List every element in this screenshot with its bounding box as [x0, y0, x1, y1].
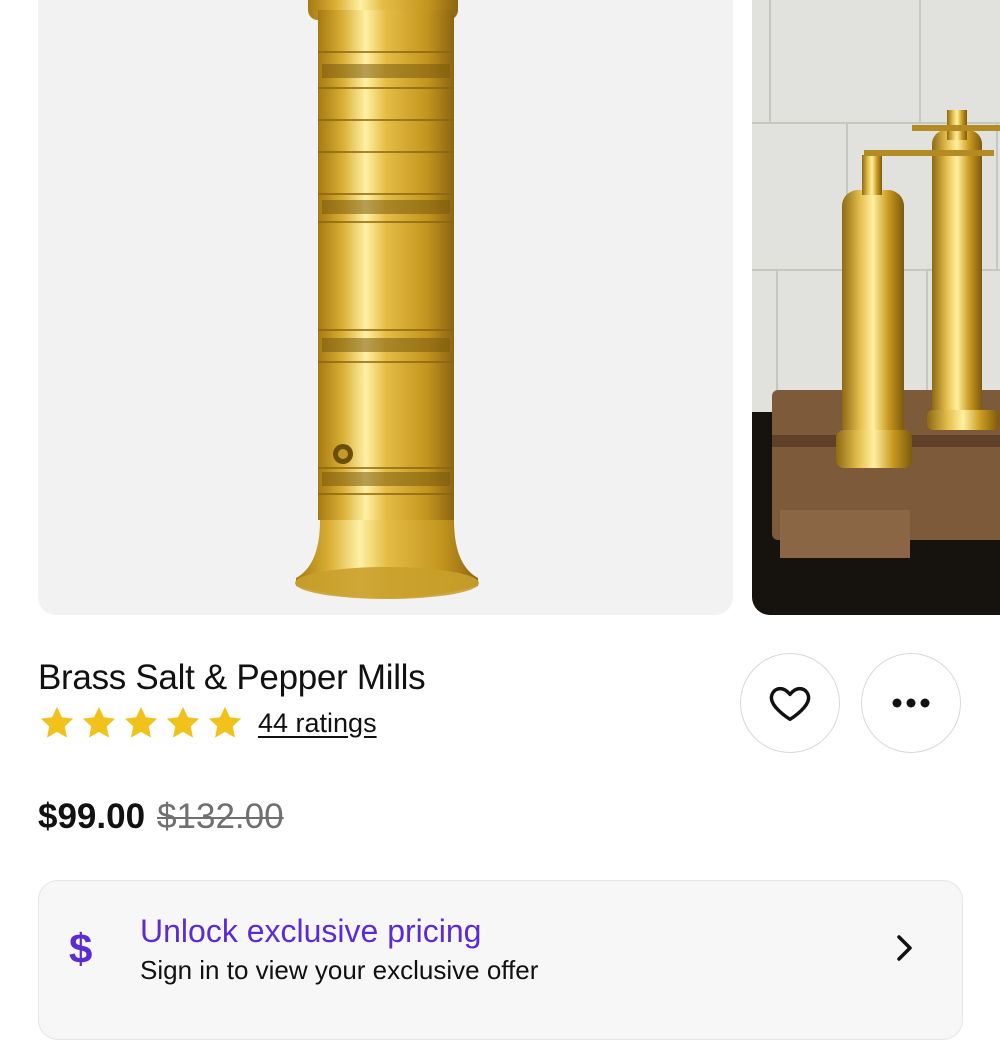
- star-icon: [82, 706, 116, 738]
- rating-row: 44 ratings: [38, 703, 377, 743]
- original-price: $132.00: [157, 797, 284, 836]
- offer-title: Unlock exclusive pricing: [140, 913, 482, 949]
- star-icon: [166, 706, 200, 738]
- favorite-button[interactable]: [740, 653, 840, 753]
- product-title: Brass Salt & Pepper Mills: [38, 658, 426, 697]
- ratings-link[interactable]: 44 ratings: [258, 708, 377, 739]
- star-rating: [38, 704, 244, 742]
- chevron-right-icon: [897, 935, 912, 961]
- current-price: $99.00: [38, 797, 146, 836]
- dollar-icon: $: [69, 925, 93, 972]
- star-icon: [40, 706, 74, 738]
- heart-icon: [769, 686, 811, 722]
- price-row: $99.00 $132.00: [38, 797, 284, 837]
- more-options-button[interactable]: [861, 653, 961, 753]
- offer-subtitle: Sign in to view your exclusive offer: [140, 955, 539, 985]
- exclusive-pricing-banner[interactable]: $ Unlock exclusive pricing Sign in to vi…: [38, 880, 963, 1040]
- image-gallery[interactable]: [0, 0, 1000, 615]
- more-icon: [892, 698, 930, 708]
- star-icon: [208, 706, 242, 738]
- product-image-main[interactable]: [38, 0, 733, 615]
- star-icon: [124, 706, 158, 738]
- product-image-secondary[interactable]: [752, 0, 1000, 615]
